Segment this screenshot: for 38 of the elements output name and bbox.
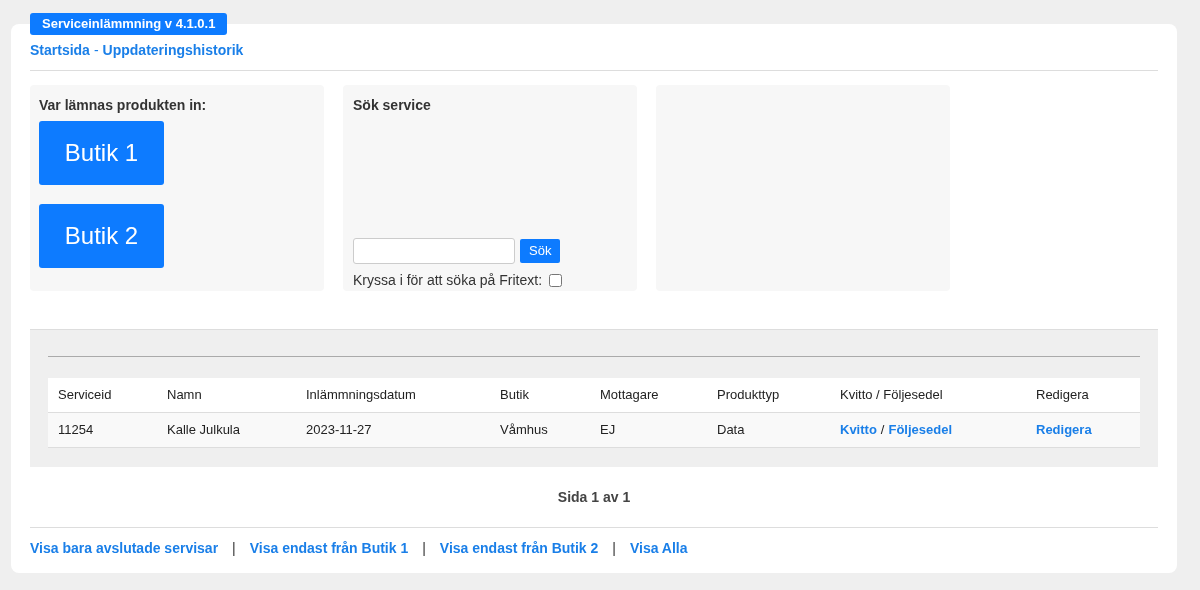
filter-separator: | [422,539,426,558]
table-cell: EJ [600,422,616,438]
edit-link[interactable]: Redigera [1036,422,1092,438]
header-badge: Serviceinlämmning v 4.1.0.1 [30,13,228,35]
table-cell: Data [717,422,745,438]
column-header: Redigera [1036,387,1089,403]
panel-title: Var lämnas produkten in: [39,96,208,115]
filter-separator: | [612,539,616,558]
column-header: Produkttyp [717,387,780,403]
table-cell: 11254 [58,422,94,438]
column-header: Inlämmningsdatum [306,387,416,403]
pagination-text: Sida 1 av 1 [557,487,631,507]
filter-link[interactable]: Visa bara avslutade servisar [30,538,219,559]
filter-link[interactable]: Visa endast från Butik 1 [249,538,409,559]
fritext-checkbox[interactable] [549,274,563,287]
table-cell: Kalle Julkula [167,422,240,438]
table-cell: 2023-11-27 [306,422,372,438]
store-button[interactable]: Butik 1 [39,121,164,185]
breadcrumb-separator: - [93,40,99,60]
column-header: Kvitto / Följesedel [840,387,943,403]
receipt-link[interactable]: Kvitto [840,420,877,440]
table-cell: Våmhus [500,422,548,438]
store-button[interactable]: Butik 2 [39,204,164,268]
filter-link[interactable]: Visa endast från Butik 2 [439,538,599,559]
filter-link[interactable]: Visa Alla [629,538,688,559]
delivery-note-link[interactable]: Följesedel [888,420,953,440]
column-header: Namn [167,387,202,403]
search-button[interactable]: Sök [520,239,561,263]
link-separator: / [880,421,885,440]
breadcrumb-link[interactable]: Uppdateringshistorik [102,39,244,61]
panel-title: Sök service [353,96,432,115]
breadcrumb-link[interactable]: Startsida [30,39,90,61]
checkbox-label: Kryssa i för att söka på Fritext: [353,271,543,290]
search-field[interactable] [353,238,515,264]
column-header: Mottagare [600,387,659,403]
column-header: Butik [500,387,529,403]
column-header: Serviceid [58,387,112,403]
filter-separator: | [232,539,236,558]
